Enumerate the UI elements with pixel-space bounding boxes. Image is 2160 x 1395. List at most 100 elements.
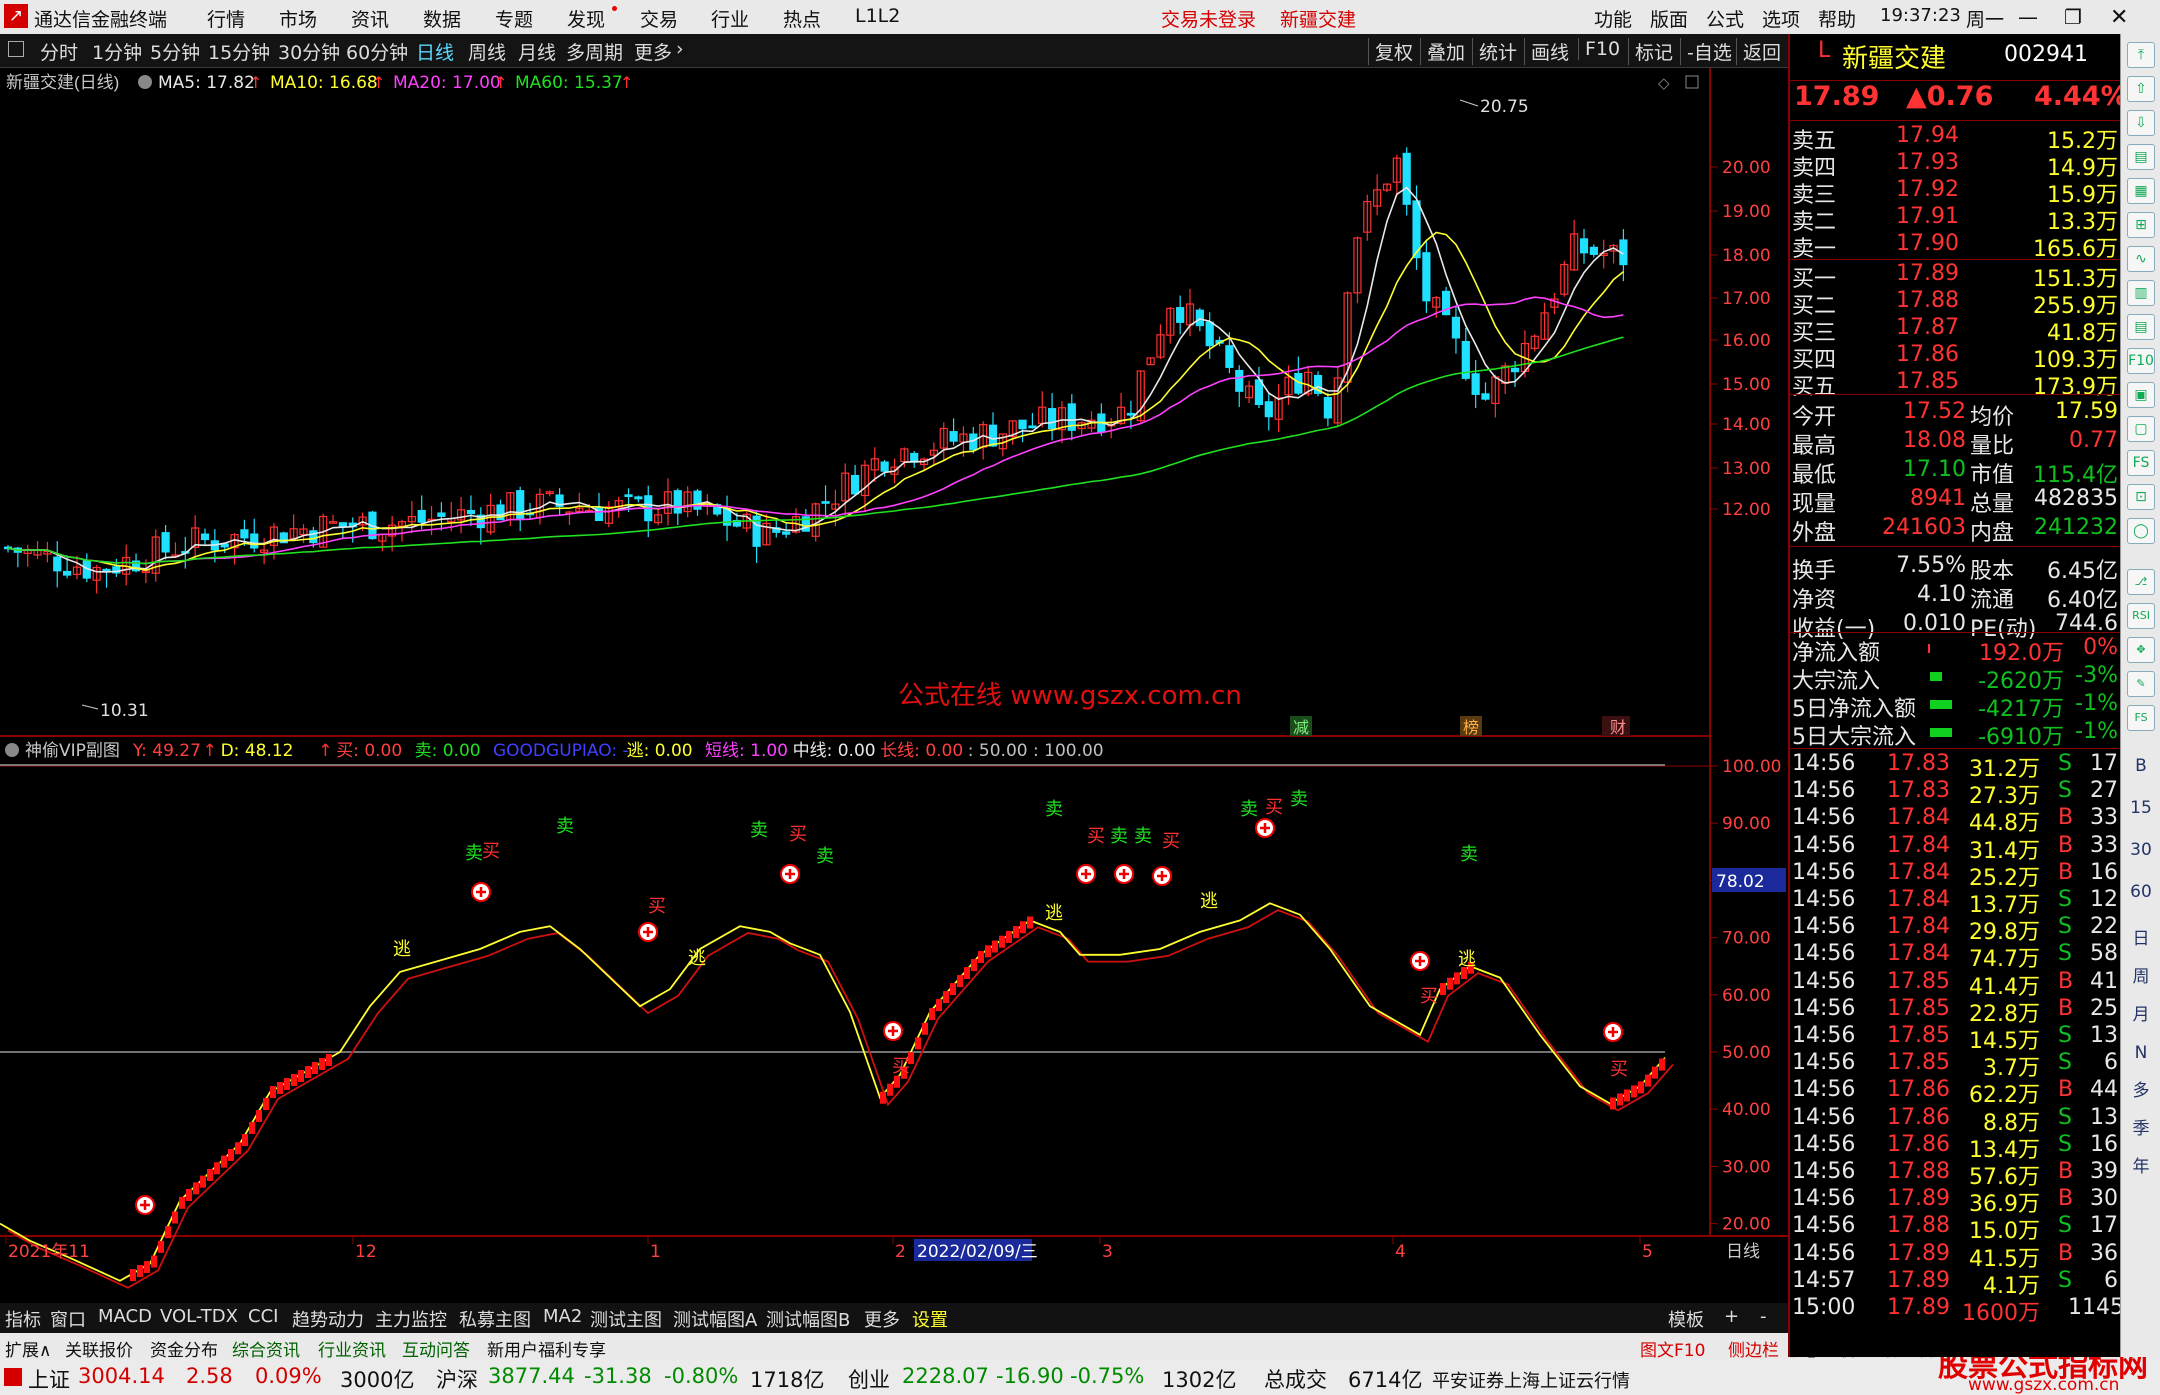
period-multi[interactable]: 多周期 — [566, 38, 623, 65]
main-chart-diamond-icon[interactable]: ◇ — [1658, 74, 1670, 92]
ext-fund[interactable]: 资金分布 — [150, 1336, 218, 1361]
tab-test-b[interactable]: 测试幅图B — [766, 1306, 850, 1332]
menu-market[interactable]: 市场 — [279, 5, 317, 32]
period-more[interactable]: 更多 — [634, 38, 672, 65]
sz-name[interactable]: 沪深 — [436, 1364, 478, 1394]
side-tool-icon[interactable]: ▣ — [2127, 382, 2155, 408]
side-period-letter[interactable]: 周 — [2127, 965, 2155, 991]
menu-function[interactable]: 功能 — [1594, 5, 1632, 32]
tab-ma2[interactable]: MA2 — [543, 1306, 582, 1327]
restore-icon[interactable]: ❐ — [2064, 5, 2082, 29]
minimize-icon[interactable]: — — [2018, 5, 2038, 29]
more-chevron-icon[interactable]: › — [676, 38, 684, 60]
side-tool-icon[interactable]: ▤ — [2127, 314, 2155, 340]
menu-hot[interactable]: 热点 — [783, 5, 821, 32]
side-tool-icon[interactable]: ⤒ — [2127, 42, 2155, 68]
ext-related[interactable]: 关联报价 — [65, 1336, 133, 1361]
menu-hq[interactable]: 行情 — [207, 5, 245, 32]
side-period-letter[interactable]: 多 — [2127, 1079, 2155, 1105]
ext-f10[interactable]: 图文F10 — [1640, 1336, 1705, 1361]
side-period-letter[interactable]: 日 — [2127, 927, 2155, 953]
side-tool-icon[interactable]: ◯ — [2127, 518, 2155, 544]
kline-chart[interactable]: 新疆交建(日线) MA5: 17.82 MA10: 16.68 MA20: 17… — [0, 68, 1788, 1303]
side-period-letter[interactable]: 年 — [2127, 1155, 2155, 1181]
period-1min[interactable]: 1分钟 — [92, 38, 142, 65]
menu-discover[interactable]: 发现 — [567, 5, 605, 32]
tab-window[interactable]: 窗口 — [50, 1306, 86, 1332]
tool-back[interactable]: 返回 — [1736, 38, 1781, 65]
tool-mark[interactable]: 标记 — [1628, 38, 1673, 65]
side-period-letter[interactable]: 月 — [2127, 1003, 2155, 1029]
side-period-15[interactable]: 15 — [2127, 796, 2155, 822]
menu-data[interactable]: 数据 — [423, 5, 461, 32]
side-tool-icon[interactable]: RSI — [2127, 603, 2155, 629]
tool-overlay[interactable]: 叠加 — [1420, 38, 1465, 65]
tab-more[interactable]: 更多 — [864, 1306, 900, 1332]
tab-cci[interactable]: CCI — [248, 1306, 278, 1327]
tool-draw[interactable]: 画线 — [1524, 38, 1569, 65]
tab-trend[interactable]: 趋势动力 — [292, 1306, 364, 1332]
period-week[interactable]: 周线 — [468, 38, 506, 65]
side-tool-icon[interactable]: FS — [2127, 705, 2155, 731]
side-period-letter[interactable]: N — [2127, 1041, 2155, 1067]
tick-list[interactable]: 14:56 17.83 31.2万 S 17 14:56 17.83 27.3万 S 27 14:5… — [1790, 748, 2124, 1357]
side-tool-icon[interactable]: FS — [2127, 450, 2155, 476]
menu-formula[interactable]: 公式 — [1706, 5, 1744, 32]
tab-vol[interactable]: VOL-TDX — [160, 1306, 238, 1327]
side-tool-icon[interactable]: ⊞ — [2127, 212, 2155, 238]
side-tool-icon[interactable]: ⇩ — [2127, 110, 2155, 136]
tool-f10[interactable]: F10 — [1578, 38, 1620, 60]
tab-private[interactable]: 私募主图 — [459, 1306, 531, 1332]
side-tool-icon[interactable]: ▢ — [2127, 416, 2155, 442]
tab-test-a[interactable]: 测试幅图A — [673, 1306, 757, 1332]
side-tool-icon[interactable]: ✥ — [2127, 637, 2155, 663]
menu-options[interactable]: 选项 — [1762, 5, 1800, 32]
side-tool-icon[interactable]: ⇧ — [2127, 76, 2155, 102]
ext-qa[interactable]: 互动问答 — [402, 1336, 470, 1361]
ext-toggle[interactable]: 扩展∧ — [5, 1336, 51, 1361]
ext-sidebar[interactable]: 侧边栏《 — [1728, 1336, 1796, 1361]
close-icon[interactable]: ✕ — [2110, 5, 2128, 30]
tab-test-main[interactable]: 测试主图 — [590, 1306, 662, 1332]
side-tool-icon[interactable]: ▦ — [2127, 178, 2155, 204]
tab-indicator[interactable]: 指标 — [5, 1306, 41, 1332]
menu-industry[interactable]: 行业 — [711, 5, 749, 32]
tool-stats[interactable]: 统计 — [1472, 38, 1517, 65]
ext-welfare[interactable]: 新用户福利专享 — [487, 1336, 606, 1361]
side-period-letter[interactable]: 季 — [2127, 1117, 2155, 1143]
tab-settings[interactable]: 设置 — [912, 1306, 948, 1332]
tab-template[interactable]: 模板 — [1668, 1306, 1704, 1332]
side-tool-icon[interactable]: ⎇ — [2127, 569, 2155, 595]
chart-settings-icon[interactable] — [138, 75, 152, 89]
menu-news[interactable]: 资讯 — [351, 5, 389, 32]
period-30min[interactable]: 30分钟 — [278, 38, 340, 65]
tool-fuquan[interactable]: 复权 — [1368, 38, 1413, 65]
menu-topic[interactable]: 专题 — [495, 5, 533, 32]
ext-news[interactable]: 综合资讯 — [232, 1336, 300, 1361]
zoom-in-button[interactable]: + — [1724, 1306, 1739, 1327]
period-15min[interactable]: 15分钟 — [208, 38, 270, 65]
panel-toggle-icon[interactable] — [8, 41, 24, 57]
period-5min[interactable]: 5分钟 — [150, 38, 200, 65]
side-tool-icon[interactable]: ✎ — [2127, 671, 2155, 697]
login-status[interactable]: 交易未登录 — [1161, 5, 1256, 32]
side-tool-icon[interactable]: F10 — [2127, 348, 2155, 374]
menu-layout[interactable]: 版面 — [1650, 5, 1688, 32]
side-tool-icon[interactable]: ⊡ — [2127, 484, 2155, 510]
stock-name[interactable]: 新疆交建 — [1842, 38, 1946, 75]
ext-ind-news[interactable]: 行业资讯 — [318, 1336, 386, 1361]
menu-help[interactable]: 帮助 — [1818, 5, 1856, 32]
tab-mainforce[interactable]: 主力监控 — [375, 1306, 447, 1332]
period-month[interactable]: 月线 — [518, 38, 556, 65]
side-tool-icon[interactable]: ∿ — [2127, 246, 2155, 272]
side-tool-icon[interactable]: ▤ — [2127, 144, 2155, 170]
menu-trade[interactable]: 交易 — [640, 5, 678, 32]
period-60min[interactable]: 60分钟 — [346, 38, 408, 65]
side-tool-icon[interactable]: ▥ — [2127, 280, 2155, 306]
cy-name[interactable]: 创业 — [848, 1364, 890, 1394]
zoom-out-button[interactable]: - — [1760, 1306, 1767, 1327]
period-day[interactable]: 日线 — [416, 38, 454, 65]
period-fenshi[interactable]: 分时 — [40, 38, 78, 65]
tool-watchlist[interactable]: -自选 — [1680, 38, 1732, 65]
side-period-30[interactable]: 30 — [2127, 838, 2155, 864]
